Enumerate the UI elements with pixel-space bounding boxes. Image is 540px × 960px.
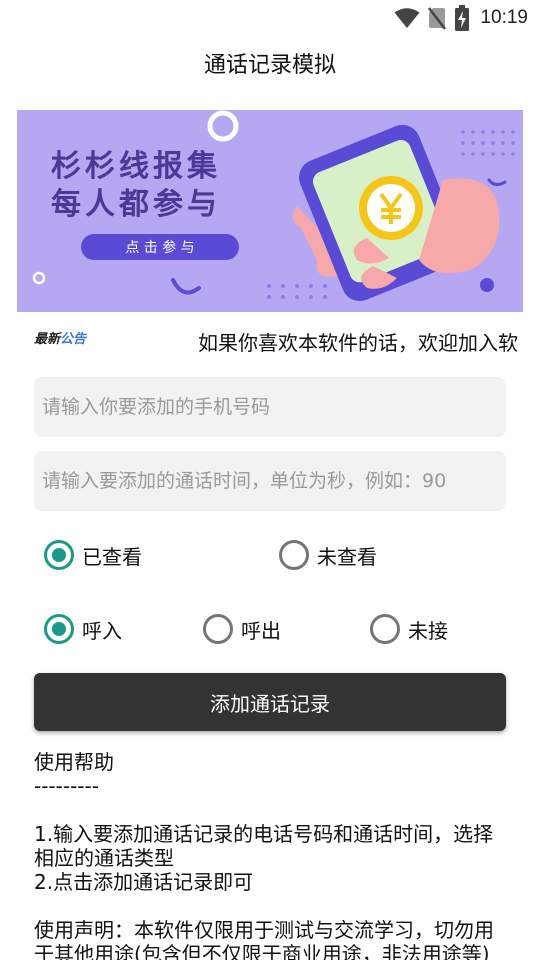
radio-checked-icon — [44, 614, 74, 644]
radio-unchecked-icon — [370, 614, 400, 644]
help-divider: --------- — [34, 774, 99, 798]
radio-viewed-label: 已查看 — [82, 544, 142, 569]
banner-join-button-label: 点 击 参 与 — [125, 239, 194, 256]
radio-checked-icon — [44, 540, 74, 570]
radio-unchecked-icon — [279, 540, 309, 570]
radio-not-viewed[interactable]: 未查看 — [279, 535, 377, 575]
notice-logo: 最新公告 — [34, 328, 86, 347]
radio-unchecked-icon — [203, 614, 233, 644]
call-duration-input[interactable] — [34, 451, 506, 511]
help-step-1: 1.输入要添加通话记录的电话号码和通话时间，选择相应的通话类型 — [34, 822, 494, 870]
help-title: 使用帮助 — [34, 750, 114, 774]
status-icons: 10:19 — [394, 5, 528, 31]
status-bar: 10:19 — [0, 0, 540, 36]
radio-viewed[interactable]: 已查看 — [44, 535, 142, 575]
notice-text: 如果你喜欢本软件的话，欢迎加入软 — [198, 331, 518, 355]
radio-missed[interactable]: 未接 — [370, 609, 448, 649]
add-call-log-button[interactable]: 添加通话记录 — [34, 673, 506, 731]
phone-number-input[interactable] — [34, 377, 506, 437]
promo-banner[interactable]: 杉杉线报集 每人都参与 点 击 参 与 — [17, 110, 523, 312]
banner-artwork: 杉杉线报集 每人都参与 点 击 参 与 — [17, 110, 523, 312]
banner-headline-2: 每人都参与 — [51, 187, 221, 222]
radio-incoming-label: 呼入 — [82, 618, 122, 643]
no-sim-icon — [428, 6, 447, 30]
wifi-icon — [394, 7, 420, 29]
notice-logo-part1: 最新 — [34, 332, 61, 347]
banner-headline-1: 杉杉线报集 — [51, 149, 221, 184]
radio-not-viewed-label: 未查看 — [317, 544, 377, 569]
page-title: 通话记录模拟 — [203, 53, 336, 78]
clock: 10:19 — [480, 7, 528, 28]
notice-bar: 最新公告 如果你喜欢本软件的话，欢迎加入软 — [0, 322, 540, 362]
notice-marquee[interactable]: 如果你喜欢本软件的话，欢迎加入软 — [198, 326, 522, 360]
help-section: 使用帮助 --------- 1.输入要添加通话记录的电话号码和通话时间，选择相… — [34, 750, 506, 960]
battery-charging-icon — [454, 5, 470, 31]
help-step-2: 2.点击添加通话记录即可 — [34, 870, 254, 894]
notice-logo-part2: 公告 — [60, 332, 87, 347]
help-disclaimer: 使用声明：本软件仅限用于测试与交流学习，切勿用于其他用途(包含但不仅限于商业用途… — [34, 918, 494, 960]
radio-missed-label: 未接 — [408, 618, 448, 643]
radio-outgoing-label: 呼出 — [241, 618, 281, 643]
radio-incoming[interactable]: 呼入 — [44, 609, 122, 649]
radio-outgoing[interactable]: 呼出 — [203, 609, 281, 649]
